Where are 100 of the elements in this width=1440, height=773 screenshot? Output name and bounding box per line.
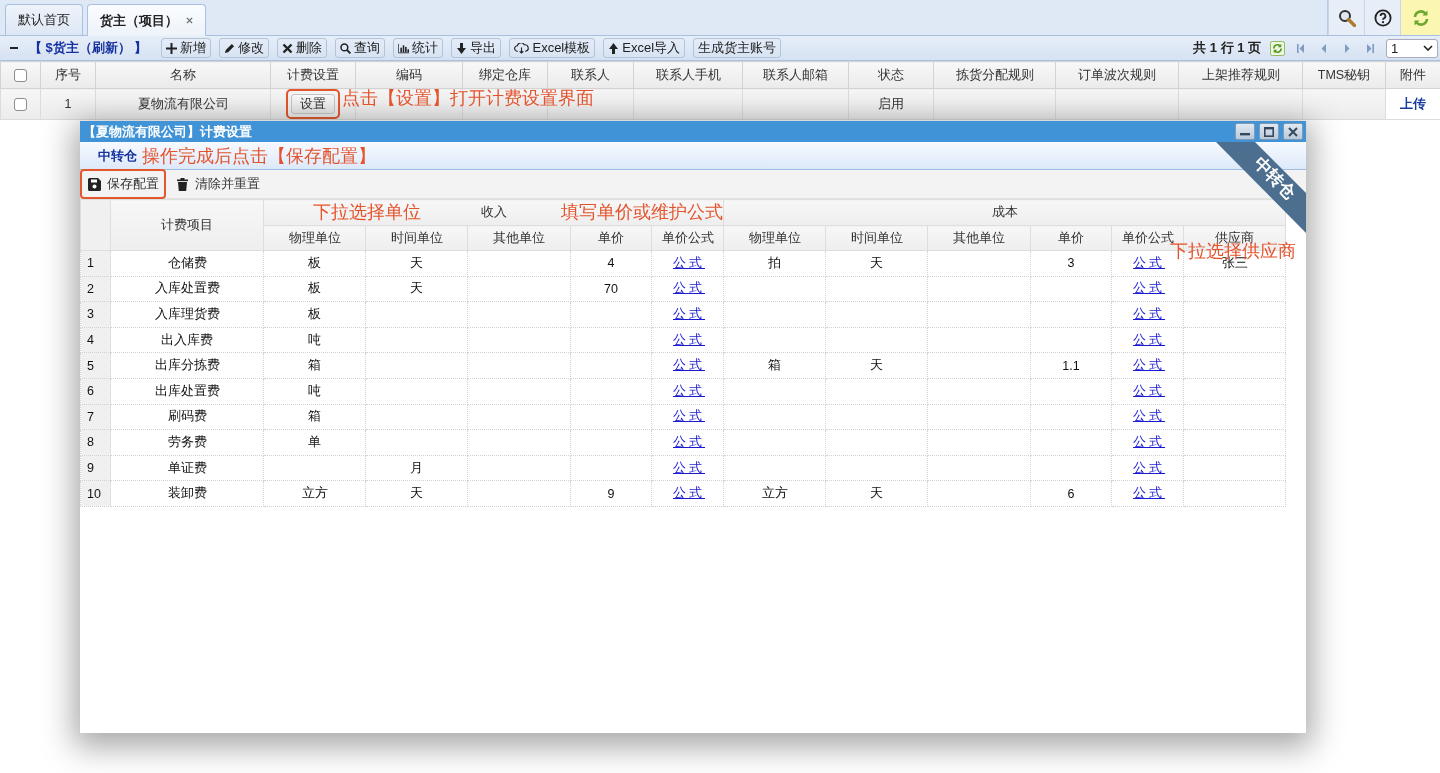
table-cell: 仓储费 [110, 250, 264, 277]
close-icon[interactable] [186, 17, 193, 24]
toolbar-button[interactable]: Excel导入 [603, 38, 686, 58]
column-header: TMS秘钥 [1302, 61, 1386, 89]
checkbox[interactable] [14, 98, 27, 112]
column-header: 拣货分配规则 [933, 61, 1056, 89]
table-cell: 立方 [263, 480, 366, 507]
table-cell: 吨 [263, 327, 366, 353]
toolbar-button[interactable]: 导出 [451, 38, 502, 58]
column-header: 物理单位 [723, 225, 826, 251]
refresh-icon [1411, 8, 1430, 27]
row-number: 3 [80, 301, 111, 328]
table-cell: 天 [825, 250, 928, 277]
table-cell: 天 [825, 352, 928, 379]
table-cell: 拍 [723, 250, 826, 277]
table-cell: 70 [570, 276, 652, 302]
toolbar-button[interactable]: 新增 [161, 38, 212, 58]
dialog-title: 【夏物流有限公司】计费设置 [83, 122, 252, 141]
close-button[interactable] [1283, 123, 1303, 140]
save-icon [88, 177, 101, 191]
table-cell: 月 [365, 455, 468, 481]
table-cell: 4 [570, 250, 652, 277]
toolbar-button[interactable]: 修改 [219, 38, 270, 58]
checkbox[interactable] [14, 69, 27, 83]
close-icon [1288, 126, 1298, 137]
clear-reset-button[interactable]: 清除并重置 [168, 169, 267, 199]
row-number: 4 [80, 327, 111, 353]
page-summary: 共 1 行 1 页 [1193, 39, 1261, 57]
row-number: 2 [80, 276, 111, 302]
cloud-download-icon [514, 42, 530, 54]
up-arrow-icon [608, 42, 620, 54]
row-number: 9 [80, 455, 111, 481]
toolbar-button[interactable]: Excel模板 [509, 38, 596, 58]
tab[interactable]: 默认首页 [5, 4, 83, 35]
table-cell: 9 [570, 480, 652, 507]
column-header: 绑定仓库 [462, 61, 548, 89]
table-cell: 出库分拣费 [110, 352, 264, 379]
maximize-button[interactable] [1259, 123, 1279, 140]
caret-icon [1423, 45, 1433, 51]
help-icon [1373, 8, 1392, 27]
column-header: 编码 [355, 61, 463, 89]
column-header: 时间单位 [825, 225, 928, 251]
annotation-text: 操作完成后点击【保存配置】 [142, 146, 376, 166]
row-number: 1 [80, 250, 111, 277]
table-cell: 板 [263, 250, 366, 277]
table-cell: 箱 [263, 404, 366, 430]
search-button[interactable] [1328, 0, 1364, 35]
toolbar-title[interactable]: 【 $货主（刷新） 】 [29, 39, 148, 57]
tab[interactable]: 货主（项目） [87, 4, 206, 36]
settings-button[interactable]: 设置 [291, 94, 335, 114]
column-header: 联系人邮箱 [742, 61, 849, 89]
table-cell: 吨 [263, 378, 366, 405]
table-cell: 天 [365, 250, 468, 277]
toolbar-button[interactable]: 删除 [277, 38, 328, 58]
annotation-text: 点击【设置】打开计费设置界面 [342, 88, 594, 108]
table-cell: 板 [263, 276, 366, 302]
tab-label: 默认首页 [18, 11, 70, 29]
table-cell: 天 [365, 276, 468, 302]
last-page-icon[interactable] [1366, 43, 1374, 53]
help-button[interactable] [1364, 0, 1400, 35]
table-cell: 天 [825, 480, 928, 507]
table-cell: 出库处置费 [110, 378, 264, 405]
table-cell: 劳务费 [110, 429, 264, 456]
table-cell: 出入库费 [110, 327, 264, 353]
search-icon [340, 42, 352, 54]
column-header: 联系人 [547, 61, 634, 89]
first-page-icon[interactable] [1297, 43, 1305, 53]
table-cell: 6 [1030, 480, 1112, 507]
toolbar-button[interactable]: 查询 [335, 38, 386, 58]
row-number: 7 [80, 404, 111, 430]
row-number: 6 [80, 378, 111, 405]
next-page-icon[interactable] [1343, 43, 1351, 53]
column-header: 计费设置 [270, 61, 356, 89]
column-header: 名称 [95, 61, 271, 89]
table-cell: 天 [365, 480, 468, 507]
column-header: 其他单位 [927, 225, 1031, 251]
column-header: 其他单位 [467, 225, 571, 251]
minimize-button[interactable] [1235, 123, 1255, 140]
refresh-icon[interactable] [1270, 40, 1285, 56]
column-header: 状态 [848, 61, 934, 89]
table-cell: 3 [1030, 250, 1112, 277]
tab-label: 货主（项目） [100, 11, 178, 30]
column-header: 上架推荐规则 [1178, 61, 1303, 89]
column-header: 附件 [1385, 61, 1440, 89]
column-header: 单价 [570, 225, 652, 251]
table-cell: 启用 [848, 88, 934, 120]
toolbar-button[interactable]: 统计 [393, 38, 444, 58]
row-number: 10 [80, 480, 111, 507]
column-header: 联系人手机 [633, 61, 743, 89]
table-cell: 1.1 [1030, 352, 1112, 379]
plus-icon [166, 42, 178, 54]
minimize-icon [1240, 133, 1250, 136]
toolbar-button[interactable]: 生成货主账号 [693, 38, 782, 58]
trash-icon [176, 177, 189, 191]
column-header: 序号 [40, 61, 96, 89]
previous-page-icon[interactable] [1320, 43, 1328, 53]
down-arrow-icon [456, 42, 468, 54]
page-select[interactable]: 1 [1386, 38, 1438, 58]
table-cell: 入库理货费 [110, 301, 264, 328]
warehouse-tab[interactable]: 中转仓 [98, 146, 137, 165]
